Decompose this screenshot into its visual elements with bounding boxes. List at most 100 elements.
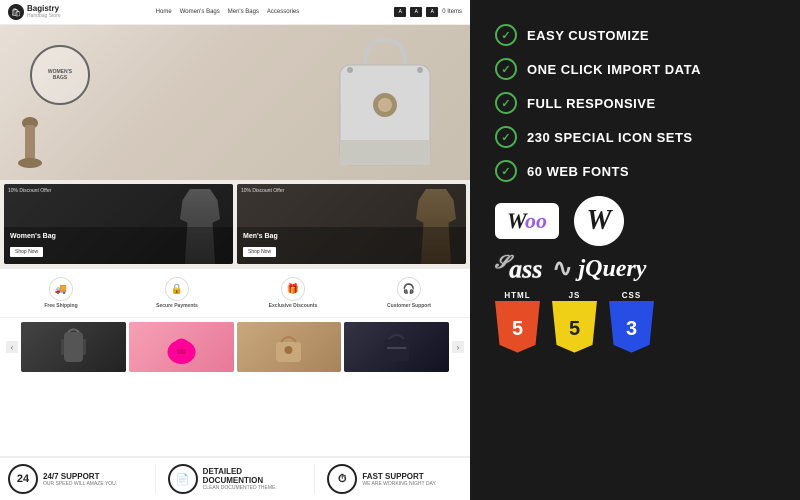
cart-count: 0 Items xyxy=(442,9,462,15)
html5-shield: 5 xyxy=(495,301,540,353)
product-thumb-4 xyxy=(344,322,449,372)
next-button[interactable]: › xyxy=(452,341,464,353)
discount-label: Exclusive Discounts xyxy=(269,303,318,309)
womens-overlay: Women's Bag Shop Now xyxy=(4,227,233,264)
support-fast: ⏱ FAST SUPPORT WE ARE WORKING NIGHT DAY. xyxy=(327,464,462,494)
store-screenshot: 🛍 Bagistry Handbag Store Home Women's Ba… xyxy=(0,0,470,500)
html5-number: 5 xyxy=(512,318,523,341)
js5-shield: 5 xyxy=(552,301,597,353)
hero-bag xyxy=(320,30,450,175)
feature-discounts: 🎁 Exclusive Discounts xyxy=(236,273,350,313)
features-panel: ✓ EASY CUSTOMIZE ✓ ONE CLICK IMPORT DATA… xyxy=(470,0,800,500)
js5-number: 5 xyxy=(569,318,580,341)
secondary-banners: 10% Discount Offer Women's Bag Shop Now … xyxy=(0,180,470,268)
support-247: 24 24/7 SUPPORT OUR SPEED WILL AMAZE YOU… xyxy=(8,464,143,494)
hero-badge: WOMEN'SBAGS xyxy=(30,45,90,105)
support-docs-subtitle: CLEAN DOCUMENTED THEME. xyxy=(203,485,303,491)
support-247-title: 24/7 SUPPORT xyxy=(43,472,117,481)
sass-logo: 𝒮ass xyxy=(495,252,542,285)
feature-one-click: ✓ ONE CLICK IMPORT DATA xyxy=(495,54,775,84)
discount-icon: 🎁 xyxy=(281,277,305,301)
check-icon-4: ✓ xyxy=(495,126,517,148)
store-navbar: 🛍 Bagistry Handbag Store Home Women's Ba… xyxy=(0,0,470,25)
support-247-icon: 24 xyxy=(8,464,38,494)
store-preview-panel: 🛍 Bagistry Handbag Store Home Women's Ba… xyxy=(0,0,470,500)
check-mark-3: ✓ xyxy=(501,97,510,110)
mens-overlay: Men's Bag Shop Now xyxy=(237,227,466,264)
womens-title: Women's Bag xyxy=(10,233,227,240)
tech-row-shields: HTML 5 JS 5 CSS 3 xyxy=(495,291,775,353)
tech-logos: Woo W 𝒮ass ∿ jQuery HTML 5 JS xyxy=(495,196,775,353)
js-label: JS xyxy=(569,291,581,300)
product-thumb-2 xyxy=(129,322,234,372)
feature-free-shipping: 🚚 Free Shipping xyxy=(4,273,118,313)
fast-icon-glyph: ⏱ xyxy=(338,473,347,486)
tech-row-sass-jquery: 𝒮ass ∿ jQuery xyxy=(495,252,775,285)
shipping-icon: 🚚 xyxy=(49,277,73,301)
nav-home: Home xyxy=(156,9,172,15)
feature-text-1: EASY CUSTOMIZE xyxy=(527,28,649,43)
product-thumbnails: ‹ xyxy=(0,318,470,376)
secure-label: Secure Payments xyxy=(156,303,198,309)
mens-shop-btn[interactable]: Shop Now xyxy=(243,247,276,257)
mens-title: Men's Bag xyxy=(243,233,460,240)
html5-shield-group: HTML 5 xyxy=(495,291,540,353)
support-docs: 📄 DETAILED DOCUMENTION CLEAN DOCUMENTED … xyxy=(168,464,303,494)
feature-web-fonts: ✓ 60 WEB FONTS xyxy=(495,156,775,186)
store-logo-icon: 🛍 xyxy=(8,4,24,20)
support-docs-icon: 📄 xyxy=(168,464,198,494)
womens-discount: 10% Discount Offer xyxy=(8,188,51,194)
shipping-label: Free Shipping xyxy=(44,303,77,309)
support-247-number: 24 xyxy=(17,473,29,485)
product-thumb-1 xyxy=(21,322,126,372)
docs-icon-glyph: 📄 xyxy=(176,473,190,486)
feature-text-5: 60 WEB FONTS xyxy=(527,164,629,179)
css-label: CSS xyxy=(622,291,641,300)
check-mark-1: ✓ xyxy=(501,29,510,42)
secure-icon: 🔒 xyxy=(165,277,189,301)
support-fast-icon: ⏱ xyxy=(327,464,357,494)
check-icon-1: ✓ xyxy=(495,24,517,46)
store-nav-links: Home Women's Bags Men's Bags Accessories xyxy=(156,9,300,15)
womens-shop-btn[interactable]: Shop Now xyxy=(10,247,43,257)
support-divider-2 xyxy=(314,464,315,494)
wordpress-logo: W xyxy=(574,196,624,246)
mens-banner: 10% Discount Offer Men's Bag Shop Now xyxy=(237,184,466,264)
nav-womens: Women's Bags xyxy=(180,9,220,15)
js5-shield-group: JS 5 xyxy=(552,291,597,353)
feature-icon-sets: ✓ 230 SPECIAL ICON SETS xyxy=(495,122,775,152)
feature-secure-payments: 🔒 Secure Payments xyxy=(120,273,234,313)
support-fast-text: FAST SUPPORT WE ARE WORKING NIGHT DAY. xyxy=(362,472,436,487)
feature-text-4: 230 SPECIAL ICON SETS xyxy=(527,130,693,145)
support-bar: 24 24/7 SUPPORT OUR SPEED WILL AMAZE YOU… xyxy=(0,456,470,500)
jquery-logo: ∿ jQuery xyxy=(552,254,646,283)
css3-shield-group: CSS 3 xyxy=(609,291,654,353)
check-icon-5: ✓ xyxy=(495,160,517,182)
support-label: Customer Support xyxy=(387,303,431,309)
check-icon-2: ✓ xyxy=(495,58,517,80)
store-logo: 🛍 Bagistry Handbag Store xyxy=(8,4,61,20)
hero-banner: WOMEN'SBAGS xyxy=(0,25,470,180)
html-label: HTML xyxy=(504,291,530,300)
check-icon-3: ✓ xyxy=(495,92,517,114)
support-icon: 🎧 xyxy=(397,277,421,301)
nav-accessories: Accessories xyxy=(267,9,299,15)
support-docs-title: DETAILED DOCUMENTION xyxy=(203,467,303,485)
feature-text-2: ONE CLICK IMPORT DATA xyxy=(527,62,701,77)
nav-mens: Men's Bags xyxy=(228,9,259,15)
check-mark-2: ✓ xyxy=(501,63,510,76)
support-divider-1 xyxy=(155,464,156,494)
wp-text: W xyxy=(586,205,611,237)
feature-support: 🎧 Customer Support xyxy=(352,273,466,313)
nav-icon-3: A xyxy=(426,7,438,17)
css3-number: 3 xyxy=(626,318,637,341)
support-docs-text: DETAILED DOCUMENTION CLEAN DOCUMENTED TH… xyxy=(203,467,303,491)
prev-button[interactable]: ‹ xyxy=(6,341,18,353)
womens-banner: 10% Discount Offer Women's Bag Shop Now xyxy=(4,184,233,264)
css3-shield: 3 xyxy=(609,301,654,353)
support-247-subtitle: OUR SPEED WILL AMAZE YOU. xyxy=(43,481,117,487)
feature-icons-row: 🚚 Free Shipping 🔒 Secure Payments 🎁 Excl… xyxy=(0,268,470,318)
woocommerce-logo: Woo xyxy=(495,203,559,239)
mens-discount: 10% Discount Offer xyxy=(241,188,284,194)
feature-responsive: ✓ FULL RESPONSIVE xyxy=(495,88,775,118)
